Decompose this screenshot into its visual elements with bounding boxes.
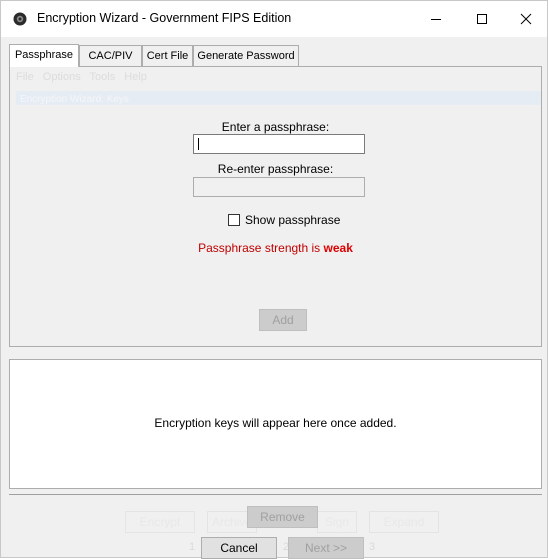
close-icon (520, 13, 532, 25)
ghost-encrypt-button: Encrypt (125, 511, 195, 533)
tab-passphrase[interactable]: Passphrase (9, 44, 79, 67)
passphrase-input[interactable] (193, 134, 365, 154)
keys-empty-message: Encryption keys will appear here once ad… (154, 416, 397, 430)
text-caret (198, 138, 199, 150)
minimize-button[interactable] (413, 1, 459, 37)
title-bar[interactable]: Encryption Wizard - Government FIPS Edit… (1, 1, 547, 37)
background-bar-ghost: Encryption Wizard: Keys (16, 91, 541, 105)
window-title: Encryption Wizard - Government FIPS Edit… (37, 11, 292, 25)
reenter-passphrase-field[interactable] (193, 177, 365, 197)
app-icon (13, 12, 27, 26)
passphrase-field[interactable] (193, 134, 365, 154)
passphrase-strength: Passphrase strength is weak (10, 241, 541, 255)
maximize-button[interactable] (459, 1, 505, 37)
ghost-expand-button: Expand (369, 511, 439, 533)
tab-generate-password[interactable]: Generate Password (193, 45, 299, 66)
encryption-keys-list[interactable]: Encryption keys will appear here once ad… (9, 359, 542, 489)
tab-cert-file[interactable]: Cert File (142, 45, 193, 66)
reenter-passphrase-label: Re-enter passphrase: (217, 162, 334, 176)
strength-prefix: Passphrase strength is (198, 241, 321, 255)
remove-button[interactable]: Remove (247, 506, 318, 528)
enter-passphrase-label: Enter a passphrase: (221, 120, 330, 134)
strength-value: weak (323, 241, 353, 255)
passphrase-panel: File Options Tools Help Encryption Wizar… (9, 66, 542, 347)
ghost-number-3: 3 (369, 541, 376, 553)
cancel-button[interactable]: Cancel (201, 537, 277, 559)
ghost-number-1: 1 (189, 541, 196, 553)
ghost-sign-button: Sign (317, 511, 357, 533)
next-button[interactable]: Next >> (288, 537, 364, 559)
show-passphrase-label: Show passphrase (245, 213, 341, 227)
maximize-icon (477, 14, 487, 24)
show-passphrase-toggle[interactable]: Show passphrase (228, 213, 340, 227)
close-button[interactable] (503, 1, 548, 37)
add-button[interactable]: Add (259, 309, 307, 331)
show-passphrase-checkbox[interactable] (228, 214, 240, 226)
footer-divider (9, 494, 542, 495)
background-menu-ghost: File Options Tools Help (16, 71, 147, 83)
tab-cac-piv[interactable]: CAC/PIV (79, 45, 142, 66)
encryption-wizard-window: Encryption Wizard - Government FIPS Edit… (0, 0, 548, 559)
minimize-icon (431, 19, 441, 20)
reenter-passphrase-input[interactable] (193, 177, 365, 197)
